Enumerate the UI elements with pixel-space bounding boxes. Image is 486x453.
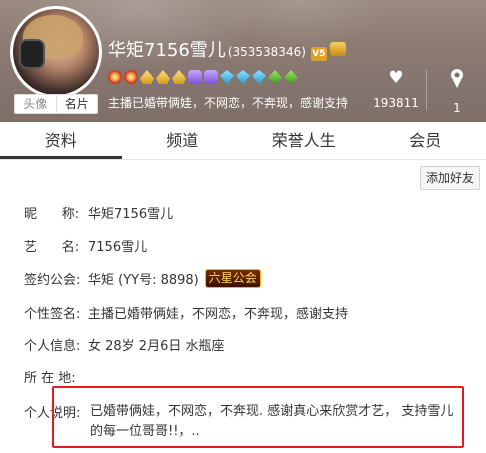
avatar[interactable] [13, 9, 99, 95]
red-medal-icon[interactable] [124, 70, 138, 84]
green-leaf-icon[interactable] [284, 70, 298, 84]
avatar-tab-photo[interactable]: 头像 [15, 95, 56, 113]
description-text: 已婚带俩娃，不网恋，不奔现. 感谢真心来欣赏才艺， 支持雪儿的每一位哥哥!!，.… [90, 404, 454, 439]
avatar-frame[interactable] [10, 6, 102, 98]
info-row-personal: 个人信息: 女 28岁 2月6日 水瓶座 [24, 335, 224, 354]
tab-honors[interactable]: 荣誉人生 [243, 122, 365, 159]
profile-header: 头像 名片 华矩7156雪儿 (353538346) V5 主播已婚带俩娃，不网… [0, 0, 486, 122]
info-label: 昵 称: [24, 207, 80, 222]
headset-icon [19, 39, 45, 69]
header-signature: 主播已婚带俩娃，不网恋，不奔现，感谢支持 [108, 96, 349, 110]
purple-gem-icon[interactable] [204, 70, 218, 84]
info-row-stage-name: 艺 名: 7156雪儿 [24, 236, 147, 255]
likes-stat[interactable]: ♥ 193811 [370, 68, 422, 112]
gold-crown-icon[interactable] [140, 70, 154, 84]
likes-count: 193811 [373, 96, 419, 110]
info-label: 艺 名: [24, 240, 80, 255]
info-label: 个性签名: [24, 307, 81, 322]
tab-membership[interactable]: 会员 [365, 122, 486, 159]
crown-badge-icon[interactable] [329, 42, 346, 56]
stat-divider [426, 70, 427, 110]
tab-channel[interactable]: 频道 [122, 122, 244, 159]
info-row-location: 所 在 地: [24, 367, 88, 386]
tab-profile[interactable]: 资料 [0, 122, 122, 159]
add-friend-button[interactable]: 添加好友 [420, 166, 480, 190]
name-line: 华矩7156雪儿 (353538346) V5 [108, 36, 346, 62]
medal-row [108, 70, 298, 84]
info-label: 个人信息: [24, 339, 81, 354]
badge-icon [432, 68, 482, 93]
info-label: 签约公会: [24, 273, 81, 288]
gold-crown-icon[interactable] [172, 70, 186, 84]
info-value: 华矩7156雪儿 [88, 207, 174, 222]
purple-gem-icon[interactable] [188, 70, 202, 84]
nickname: 华矩7156雪儿 [108, 40, 226, 61]
guild-rank-badge[interactable]: 六星公会 [204, 269, 261, 288]
heart-icon: ♥ [388, 68, 404, 88]
info-value: 7156雪儿 [88, 240, 148, 255]
blue-diamond-icon[interactable] [252, 70, 266, 84]
info-row-guild: 签约公会: 华矩 (YY号: 8898) 六星公会 [24, 269, 261, 288]
gold-crown-icon[interactable] [156, 70, 170, 84]
green-leaf-icon[interactable] [268, 70, 282, 84]
info-row-signature: 个性签名: 主播已婚带俩娃，不网恋，不奔现，感谢支持 [24, 303, 348, 322]
badge-stat[interactable]: 1 [432, 68, 482, 117]
avatar-tabs: 头像 名片 [14, 94, 98, 114]
yy-id: (353538346) [227, 45, 306, 59]
info-row-nickname: 昵 称: 华矩7156雪儿 [24, 203, 173, 222]
red-medal-icon[interactable] [108, 70, 122, 84]
guild-value[interactable]: 华矩 (YY号: 8898) [88, 269, 199, 288]
info-label: 所 在 地: [24, 371, 76, 386]
blue-diamond-icon[interactable] [236, 70, 250, 84]
profile-tabbar: 资料 频道 荣誉人生 会员 [0, 122, 486, 160]
vip-badge-icon[interactable]: V5 [310, 47, 327, 61]
blue-diamond-icon[interactable] [220, 70, 234, 84]
badge-count: 1 [453, 101, 461, 115]
info-value: 女 28岁 2月6日 水瓶座 [88, 339, 225, 354]
info-value: 主播已婚带俩娃，不网恋，不奔现，感谢支持 [88, 307, 349, 322]
avatar-tab-card[interactable]: 名片 [55, 95, 98, 113]
